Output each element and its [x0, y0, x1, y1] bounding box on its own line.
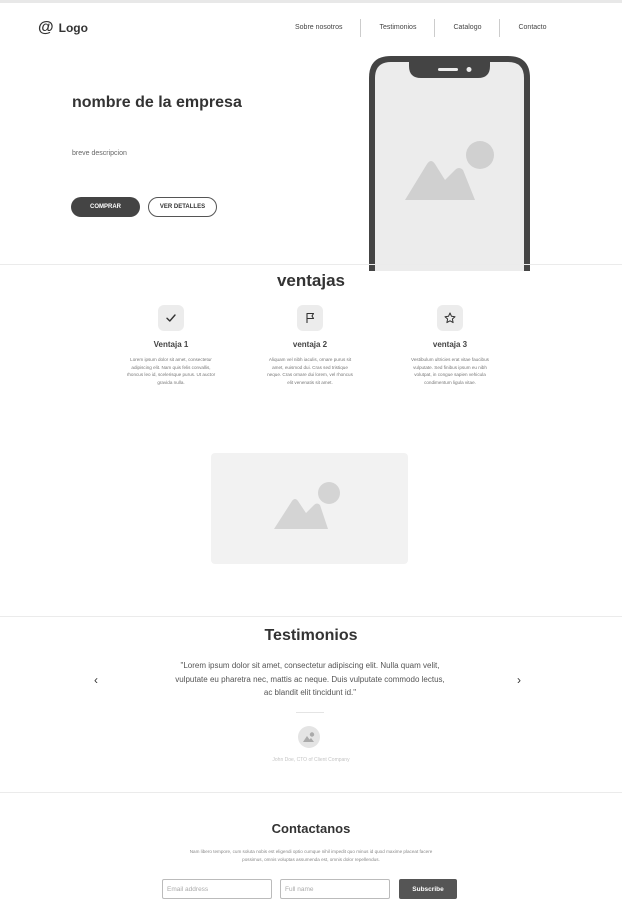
section-divider — [0, 264, 622, 265]
testimonial-quote: "Lorem ipsum dolor sit amet, consectetur… — [175, 661, 445, 697]
advantage-card: ventaja 3 Vestibulum ultricies erat vita… — [405, 305, 495, 386]
advantage-title: ventaja 3 — [432, 340, 468, 349]
hero-description: breve descripcion — [72, 150, 127, 157]
flag-icon — [297, 305, 323, 331]
section-divider — [0, 616, 622, 617]
image-placeholder — [211, 453, 408, 564]
testimonial-author: John Doe, CTO of Client Company — [272, 757, 350, 763]
advantage-card: Ventaja 1 Lorem ipsum dolor sit amet, co… — [126, 305, 216, 386]
logo-text: Logo — [58, 21, 88, 35]
contact-title: Contactanos — [271, 821, 351, 836]
chevron-left-icon[interactable]: ‹ — [94, 673, 98, 687]
testimonials-title: Testimonios — [264, 627, 358, 644]
advantages-title: ventajas — [276, 271, 346, 290]
nav-sobre-nosotros[interactable]: Sobre nosotros — [282, 19, 360, 37]
nav-contacto[interactable]: Contacto — [499, 19, 564, 37]
image-icon — [273, 481, 340, 529]
star-icon — [437, 305, 463, 331]
buy-button[interactable]: COMPRAR — [71, 197, 140, 217]
section-divider — [0, 792, 622, 793]
advantage-card: ventaja 2 Aliquam vel nibh iaculis, orna… — [265, 305, 355, 386]
main-nav: Sobre nosotros Testimonios Catalogo Cont… — [282, 19, 565, 37]
check-icon — [158, 305, 184, 331]
logo[interactable]: @ Logo — [38, 19, 88, 37]
phone-mockup — [369, 56, 530, 271]
nav-testimonios[interactable]: Testimonios — [360, 19, 434, 37]
email-field[interactable] — [162, 879, 272, 899]
advantage-text: Aliquam vel nibh iaculis, ornare purus s… — [267, 357, 353, 385]
chevron-right-icon[interactable]: › — [517, 673, 521, 687]
separator-line — [296, 712, 324, 713]
hero-title: nombre de la empresa — [72, 94, 242, 111]
subscribe-button[interactable]: Subscribe — [399, 879, 457, 899]
advantage-text: Lorem ipsum dolor sit amet, consectetur … — [126, 357, 216, 385]
nav-catalogo[interactable]: Catalogo — [434, 19, 499, 37]
advantage-title: ventaja 2 — [292, 340, 328, 349]
avatar — [298, 726, 320, 748]
contact-description: Nam libero tempore, cum soluta nobis est… — [189, 849, 433, 862]
full-name-field[interactable] — [280, 879, 390, 899]
top-border — [0, 0, 622, 3]
advantage-title: Ventaja 1 — [153, 340, 189, 349]
image-icon — [303, 732, 315, 742]
details-button[interactable]: VER DETALLES — [148, 197, 217, 217]
at-icon: @ — [38, 19, 54, 36]
advantage-text: Vestibulum ultricies erat vitae faucibus… — [411, 357, 489, 385]
